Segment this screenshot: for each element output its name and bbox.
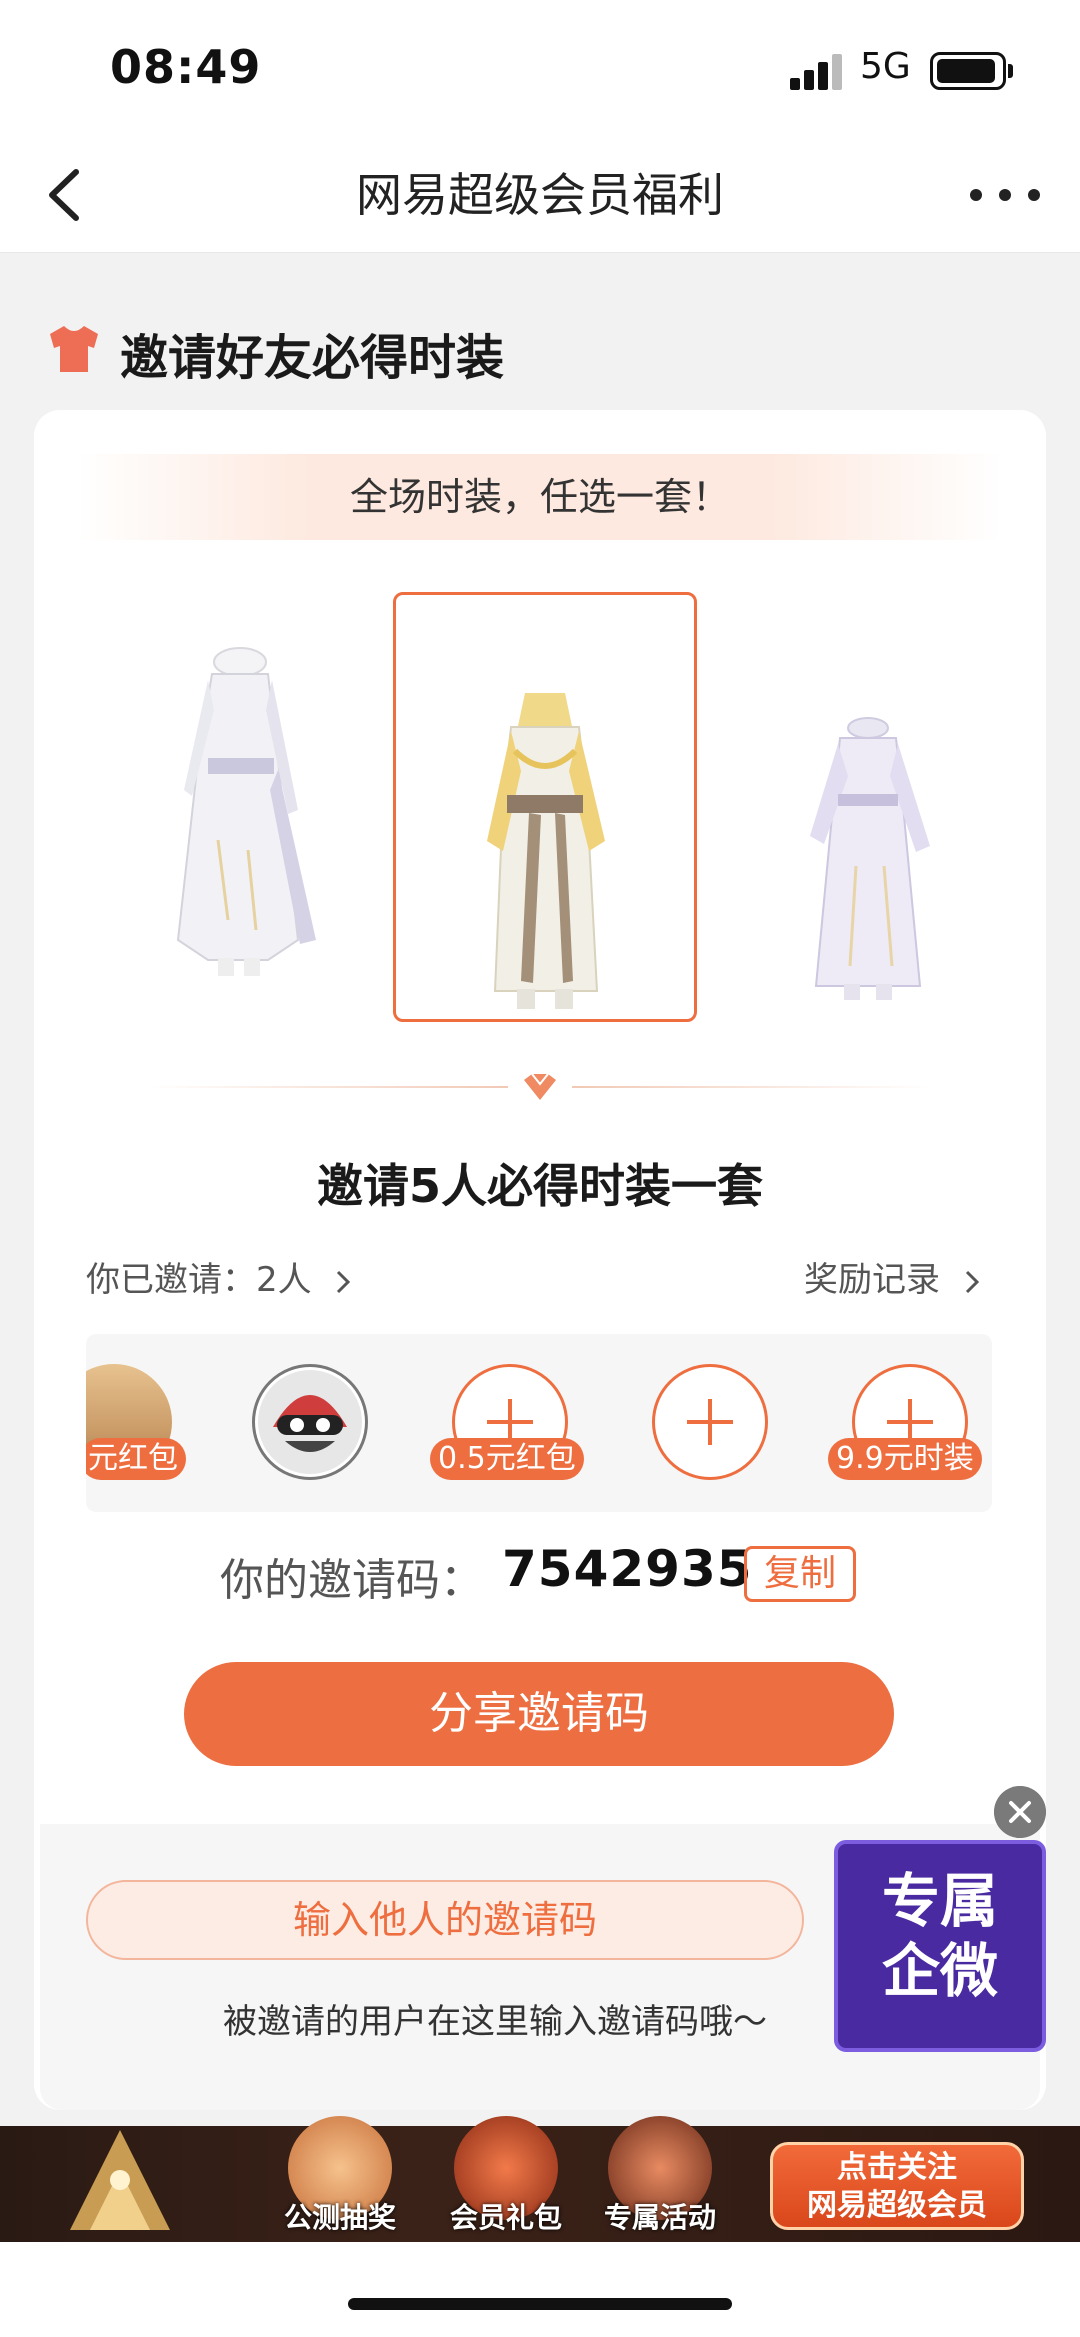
invite-slots: 元红包 0.5元红包 9.9元时装 — [86, 1334, 992, 1512]
network-label: 5G — [860, 46, 911, 87]
invite-code-value: 7542935 — [502, 1540, 753, 1598]
bb-gift-label: 会员礼包 — [449, 2201, 562, 2234]
bb-activity-label: 专属活动 — [603, 2201, 716, 2234]
invited-count-label: 你已邀请：2人 — [86, 1260, 312, 1300]
gem-icon — [524, 1073, 556, 1100]
follow-line1: 点击关注 — [837, 2150, 957, 2185]
reward-records-label: 奖励记录 — [804, 1260, 940, 1300]
invite-code-label: 你的邀请码： — [220, 1555, 484, 1606]
netease-logo-icon — [70, 2130, 170, 2230]
outfit-white-gold[interactable] — [455, 676, 635, 1036]
follow-line2: 网易超级会员 — [807, 2188, 987, 2223]
page-title: 网易超级会员福利 — [356, 168, 724, 222]
ninja-avatar-icon — [258, 1370, 362, 1474]
enterprise-wechat-widget[interactable]: 专属 企微 — [834, 1840, 1046, 2052]
invited-count-link[interactable]: 你已邀请：2人 — [86, 1252, 354, 1301]
bb-lottery[interactable]: 公测抽奖 — [280, 2116, 400, 2242]
outfit-lavender[interactable] — [780, 686, 960, 1046]
add-invitee-slot[interactable] — [652, 1364, 768, 1480]
status-time: 08:49 — [110, 40, 262, 94]
battery-icon — [930, 52, 1006, 90]
signal-icon — [790, 54, 842, 90]
bb-lottery-label: 公测抽奖 — [283, 2201, 396, 2234]
more-icon[interactable] — [970, 160, 1040, 230]
home-indicator[interactable] — [348, 2298, 732, 2310]
tshirt-icon — [50, 326, 98, 372]
chevron-right-icon — [337, 1270, 351, 1293]
slot-badge: 元红包 — [86, 1438, 186, 1480]
close-icon[interactable] — [994, 1786, 1046, 1838]
reward-records-link[interactable]: 奖励记录 — [804, 1252, 983, 1301]
promo-banner: 全场时装，任选一套！ — [78, 454, 1002, 540]
follow-button[interactable]: 点击关注 网易超级会员 — [770, 2142, 1024, 2230]
widget-line1: 专属 — [881, 1867, 998, 1935]
bb-activity[interactable]: 专属活动 — [600, 2116, 720, 2242]
widget-line2: 企微 — [881, 1937, 998, 2005]
enter-code-button[interactable]: 输入他人的邀请码 — [86, 1880, 804, 1960]
copy-button[interactable]: 复制 — [744, 1546, 856, 1602]
outfit-white-silver[interactable] — [148, 640, 328, 1000]
battery-tip — [1008, 64, 1013, 78]
slot-badge: 9.9元时装 — [828, 1438, 982, 1480]
chevron-right-icon — [965, 1270, 979, 1293]
section-title: 邀请好友必得时装 — [120, 330, 505, 386]
invite-title: 邀请5人必得时装一套 — [316, 1159, 763, 1213]
bb-gift[interactable]: 会员礼包 — [446, 2116, 566, 2242]
slot-badge: 0.5元红包 — [430, 1438, 584, 1480]
share-code-button[interactable]: 分享邀请码 — [184, 1662, 894, 1766]
invitee-avatar — [252, 1364, 368, 1480]
divider-right — [572, 1086, 932, 1088]
home-area — [0, 2242, 1080, 2337]
divider-left — [148, 1086, 508, 1088]
